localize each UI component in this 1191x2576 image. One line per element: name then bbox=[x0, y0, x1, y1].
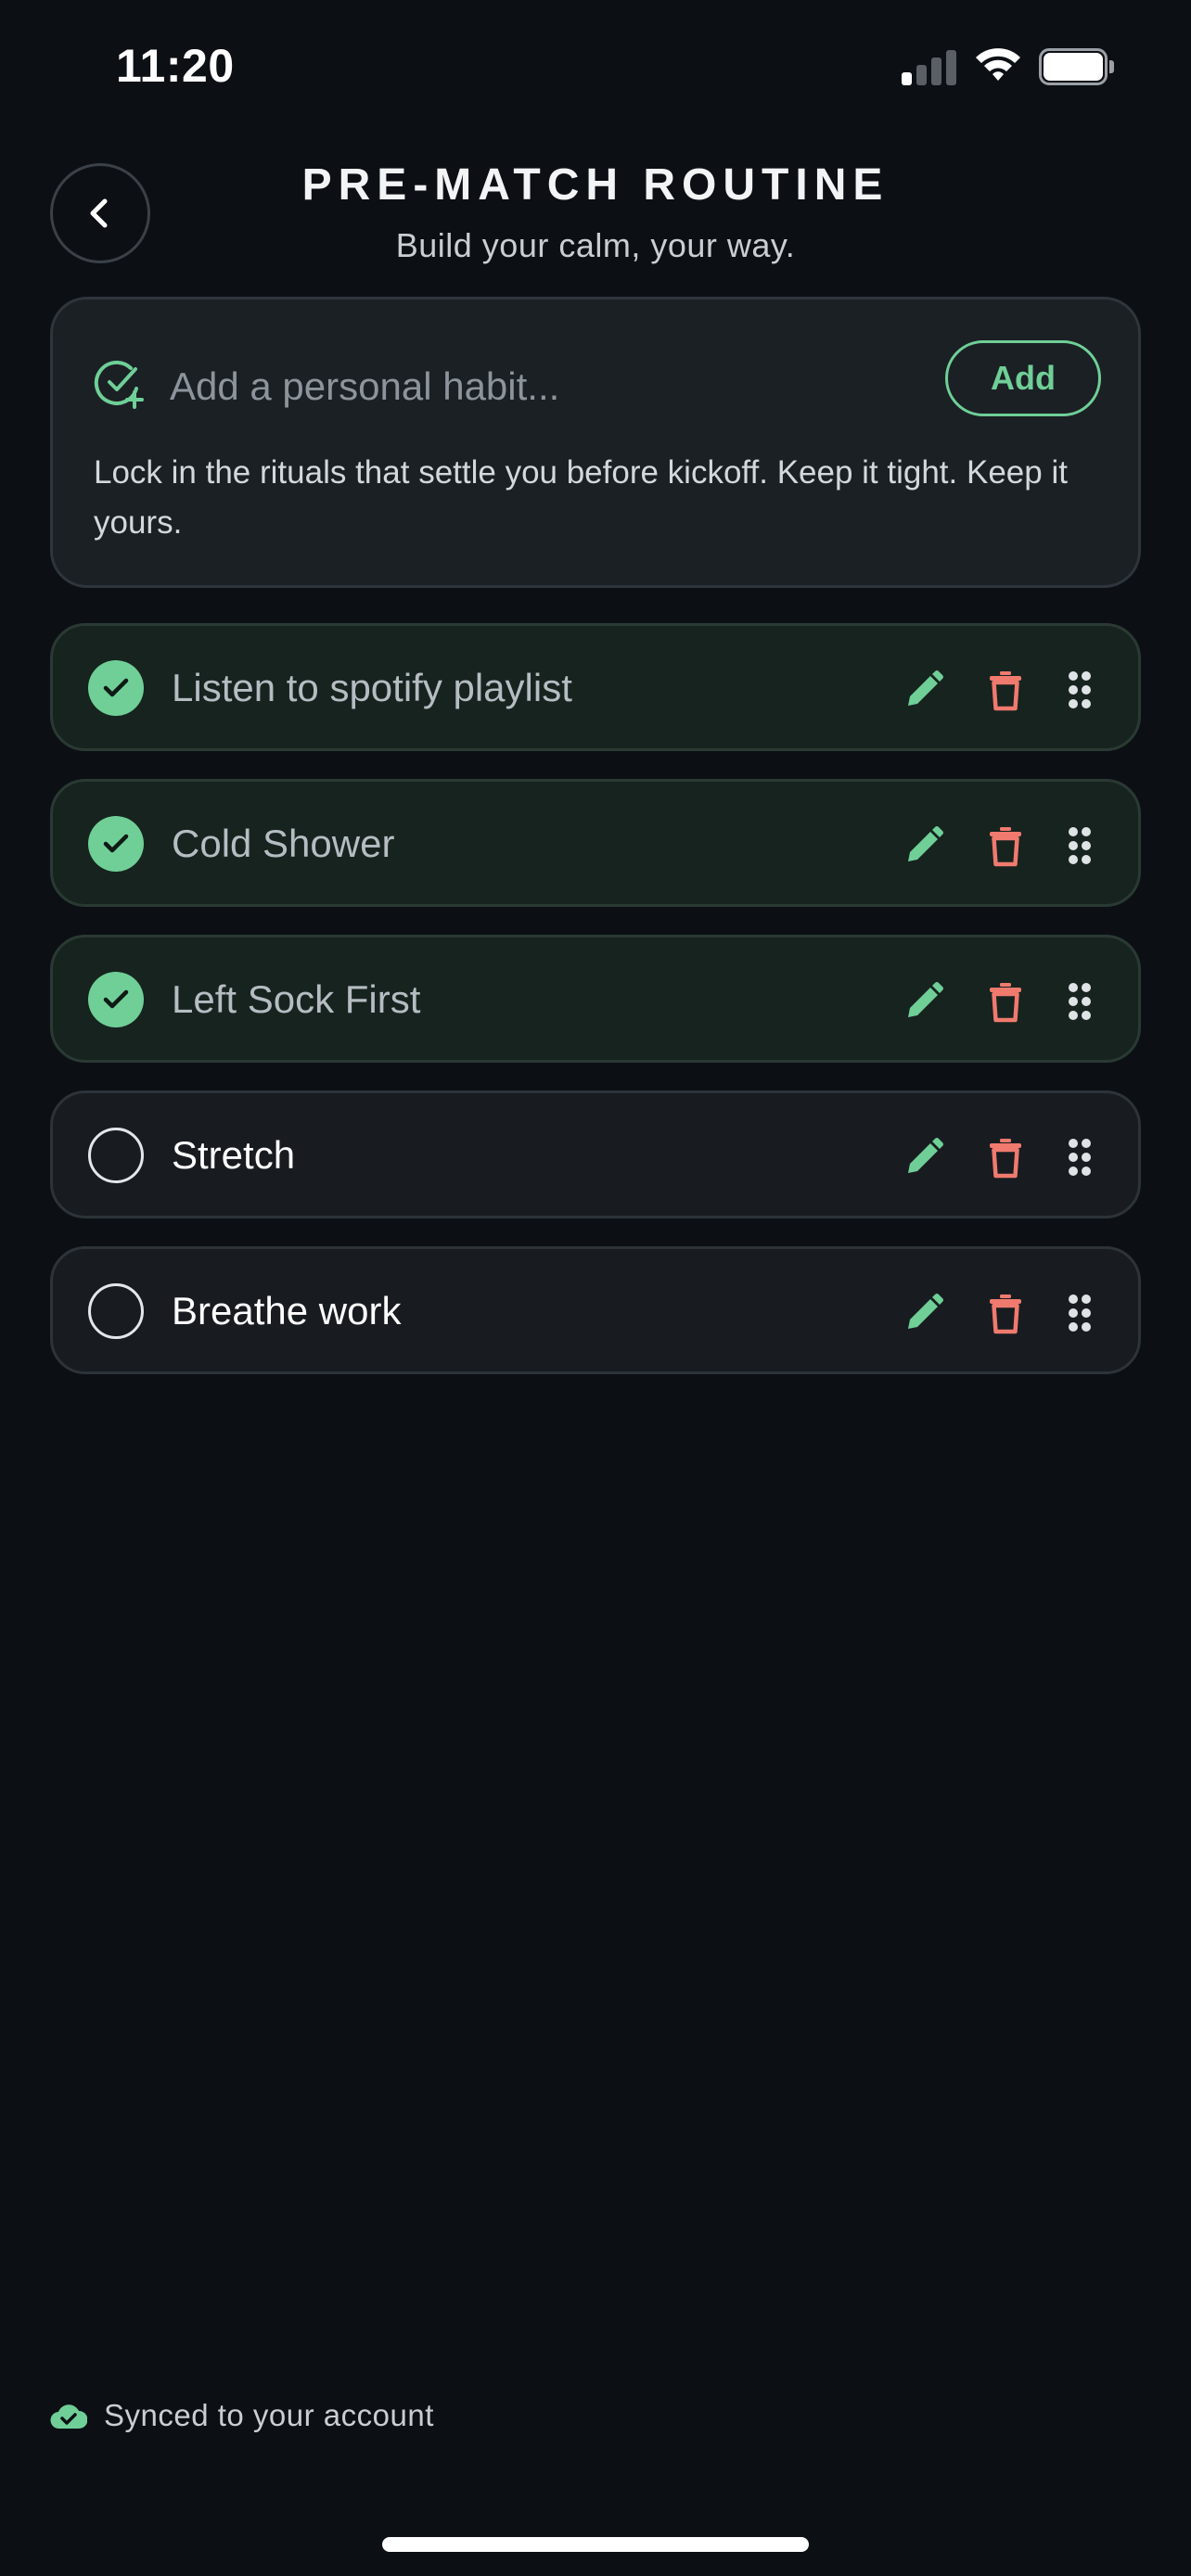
sync-status-text: Synced to your account bbox=[104, 2398, 434, 2432]
checkmark-icon bbox=[103, 678, 129, 697]
drag-handle-icon[interactable] bbox=[1057, 978, 1103, 1025]
trash-icon[interactable] bbox=[982, 1134, 1029, 1180]
trash-icon[interactable] bbox=[982, 1290, 1029, 1336]
habit-label: Left Sock First bbox=[172, 977, 421, 1021]
habit-item[interactable]: Listen to spotify playlist bbox=[50, 623, 1141, 751]
status-time: 11:20 bbox=[116, 40, 235, 92]
pencil-icon[interactable] bbox=[901, 1290, 947, 1336]
status-bar: 11:20 bbox=[0, 0, 1191, 139]
checkmark-icon bbox=[103, 989, 129, 1009]
habit-checkbox[interactable] bbox=[88, 1128, 144, 1183]
habit-checkbox[interactable] bbox=[88, 660, 144, 716]
home-indicator[interactable] bbox=[382, 2537, 809, 2552]
add-habit-button[interactable]: Add bbox=[945, 340, 1101, 416]
habit-item[interactable]: Cold Shower bbox=[50, 779, 1141, 907]
trash-icon[interactable] bbox=[982, 978, 1029, 1025]
pencil-icon[interactable] bbox=[901, 1134, 947, 1180]
habit-label: Cold Shower bbox=[172, 822, 395, 865]
add-habit-description: Lock in the rituals that settle you befo… bbox=[94, 454, 1068, 541]
habit-checkbox[interactable] bbox=[88, 816, 144, 872]
pencil-icon[interactable] bbox=[901, 823, 947, 869]
pencil-icon[interactable] bbox=[901, 978, 947, 1025]
trash-icon[interactable] bbox=[982, 667, 1029, 713]
habit-item[interactable]: Breathe work bbox=[50, 1246, 1141, 1374]
checkmark-icon bbox=[103, 834, 129, 853]
habit-label: Breathe work bbox=[172, 1289, 402, 1333]
screen: 11:20 PRE-MATCH ROUTINE Build your calm,… bbox=[0, 0, 1191, 2576]
cloud-check-icon bbox=[50, 2404, 87, 2429]
check-plus-icon bbox=[94, 361, 144, 409]
trash-icon[interactable] bbox=[982, 823, 1029, 869]
habit-label: Listen to spotify playlist bbox=[172, 666, 572, 709]
cellular-signal-icon bbox=[902, 48, 957, 85]
add-habit-card: Add Lock in the rituals that settle you … bbox=[50, 297, 1141, 588]
habit-label: Stretch bbox=[172, 1133, 296, 1177]
drag-handle-icon[interactable] bbox=[1057, 823, 1103, 869]
habit-item[interactable]: Stretch bbox=[50, 1090, 1141, 1218]
sync-status: Synced to your account bbox=[50, 2398, 434, 2433]
page-title: PRE-MATCH ROUTINE bbox=[301, 160, 890, 210]
page-subtitle: Build your calm, your way. bbox=[395, 226, 796, 264]
drag-handle-icon[interactable] bbox=[1057, 667, 1103, 713]
drag-handle-icon[interactable] bbox=[1057, 1290, 1103, 1336]
drag-handle-icon[interactable] bbox=[1057, 1134, 1103, 1180]
habit-input[interactable] bbox=[170, 359, 893, 414]
habit-checkbox[interactable] bbox=[88, 972, 144, 1027]
battery-icon bbox=[1039, 48, 1114, 85]
habit-checkbox[interactable] bbox=[88, 1283, 144, 1339]
habit-item[interactable]: Left Sock First bbox=[50, 935, 1141, 1063]
pencil-icon[interactable] bbox=[901, 667, 947, 713]
wifi-icon bbox=[976, 48, 1020, 81]
